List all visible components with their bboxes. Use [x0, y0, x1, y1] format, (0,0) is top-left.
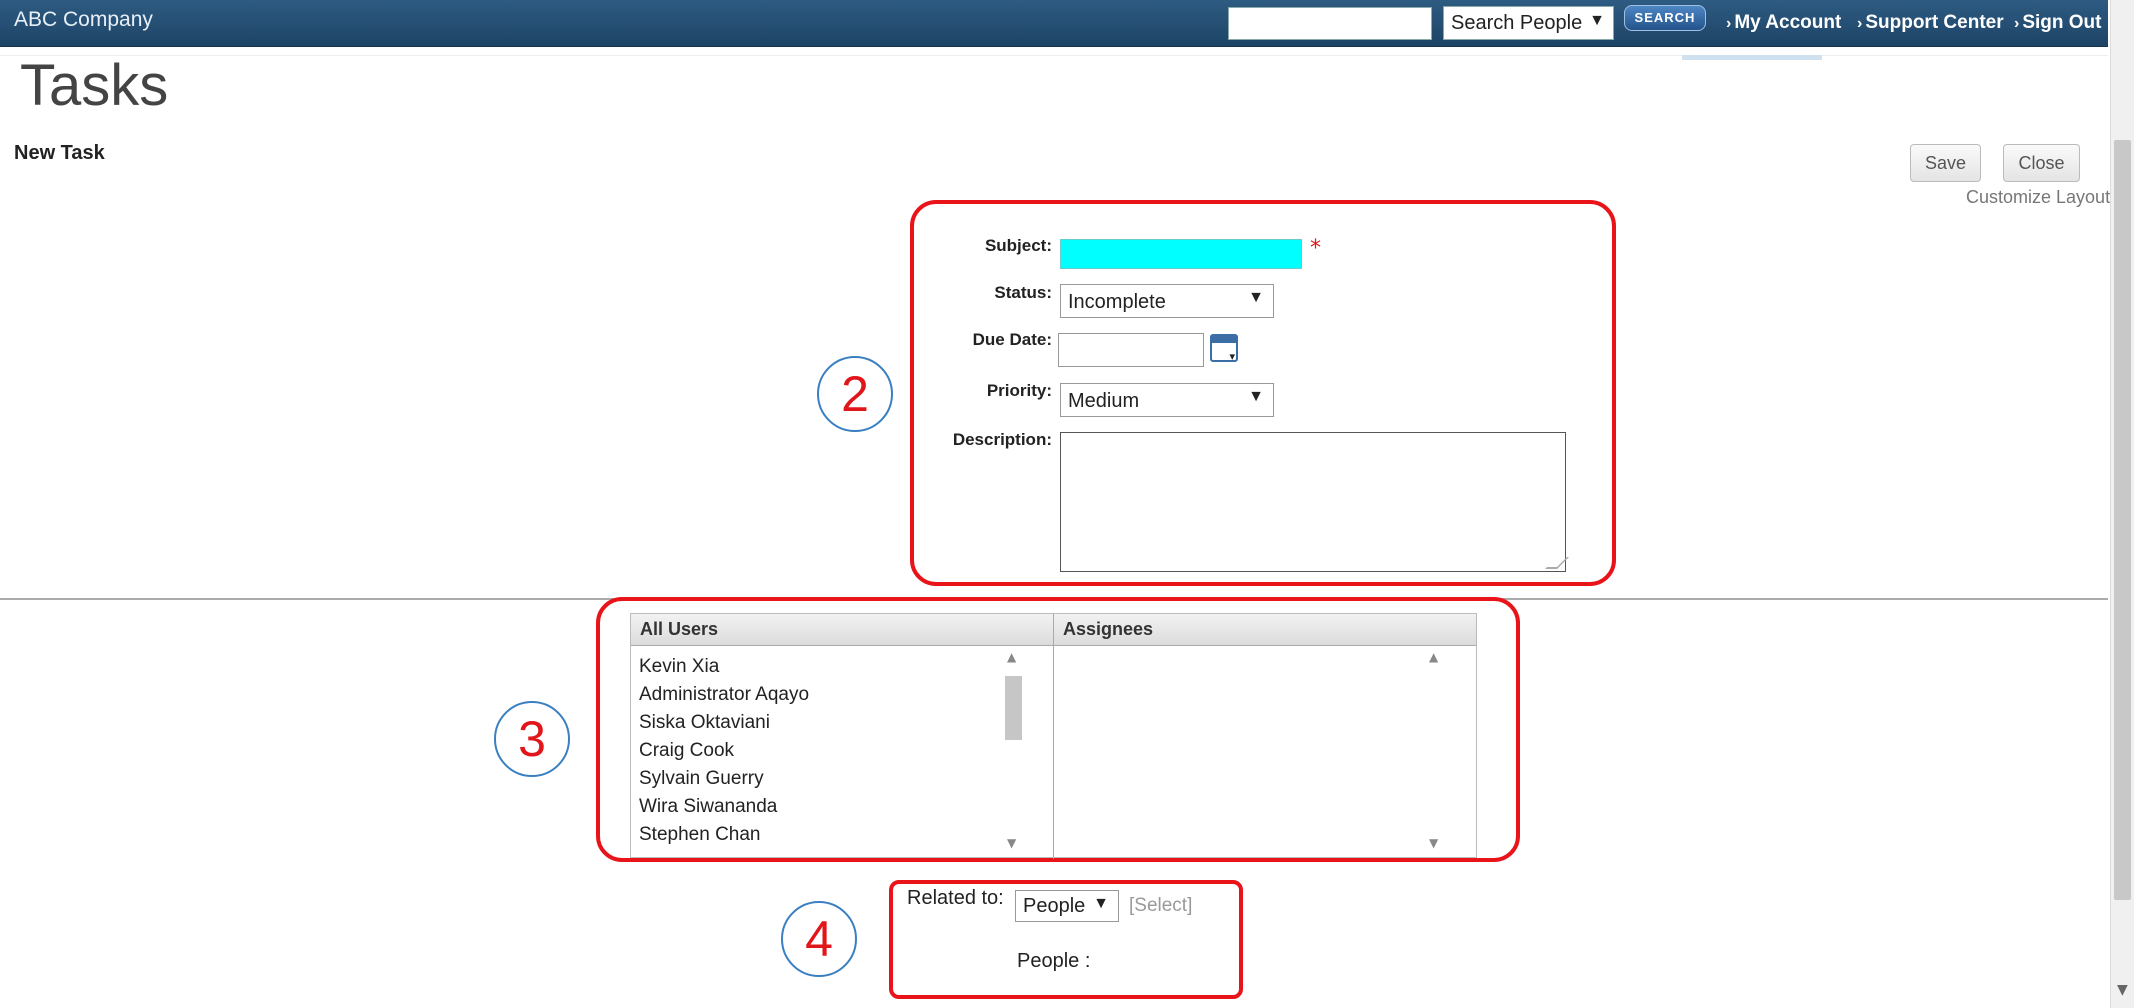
list-item[interactable]: Administrator Aqayo: [639, 684, 809, 706]
chevron-down-icon: ▼: [1248, 289, 1264, 306]
list-item[interactable]: Sylvain Guerry: [639, 768, 764, 790]
scroll-down-arrow-icon[interactable]: ▼: [2117, 982, 2128, 998]
status-label: Status:: [994, 283, 1052, 302]
callout-number-2: 2: [817, 356, 893, 432]
list-separator: [1053, 614, 1054, 859]
all-users-header: All Users: [631, 614, 1053, 646]
page-title: Tasks: [20, 53, 169, 118]
all-users-scrollbar[interactable]: ▲ ▼: [1002, 650, 1024, 855]
my-account-link[interactable]: › My Account: [1726, 12, 1841, 34]
search-scope-select[interactable]: Search People ▼: [1443, 6, 1614, 40]
assignees-scrollbar[interactable]: ▲ ▼: [1424, 650, 1446, 855]
support-center-link[interactable]: › Support Center: [1857, 12, 2004, 34]
active-tab-indicator: [1682, 55, 1822, 60]
search-scope-value: Search People: [1451, 12, 1583, 34]
chevron-down-icon: ▼: [1248, 388, 1264, 405]
all-users-scroll-thumb[interactable]: [1005, 676, 1022, 740]
sign-out-link[interactable]: › Sign Out: [2014, 12, 2101, 34]
scroll-down-arrow-icon[interactable]: ▼: [1007, 836, 1016, 850]
list-item[interactable]: Kevin Xia: [639, 656, 719, 678]
page-scrollbar[interactable]: ▼: [2110, 0, 2134, 1008]
list-item[interactable]: Stephen Chan: [639, 824, 761, 846]
list-item[interactable]: Wira Siwananda: [639, 796, 777, 818]
related-to-value: People: [1023, 895, 1086, 917]
list-item[interactable]: Craig Cook: [639, 740, 734, 762]
scroll-up-arrow-icon[interactable]: ▲: [1429, 650, 1438, 664]
chevron-right-icon: ›: [1726, 15, 1732, 32]
status-value: Incomplete: [1068, 291, 1166, 313]
user-assignment-lists: All Users Assignees Kevin Xia Administra…: [630, 613, 1477, 859]
status-select[interactable]: Incomplete ▼: [1060, 284, 1274, 318]
description-textarea[interactable]: [1060, 432, 1566, 572]
priority-value: Medium: [1068, 390, 1140, 412]
subject-field[interactable]: [1060, 239, 1302, 269]
sign-out-label: Sign Out: [2022, 12, 2102, 33]
subject-label: Subject:: [984, 236, 1052, 255]
section-title: New Task: [14, 142, 105, 164]
customize-layout-link[interactable]: Customize Layout: [1966, 187, 2110, 208]
assignees-header: Assignees: [1054, 614, 1476, 646]
due-date-label: Due Date:: [972, 330, 1052, 349]
people-label: People :: [1017, 950, 1091, 972]
priority-label: Priority:: [986, 381, 1052, 400]
chevron-down-icon: ▼: [1589, 12, 1605, 29]
scroll-down-arrow-icon[interactable]: ▼: [1429, 836, 1438, 850]
page-scroll-thumb[interactable]: [2114, 140, 2131, 900]
top-navigation-bar: ABC Company Search People ▼ SEARCH › My A…: [0, 0, 2108, 47]
required-indicator: *: [1310, 236, 1321, 261]
callout-number-3: 3: [494, 701, 570, 777]
related-to-label: Related to:: [907, 887, 1004, 909]
people-search-input[interactable]: [1228, 7, 1432, 40]
priority-select[interactable]: Medium ▼: [1060, 383, 1274, 417]
support-center-label: Support Center: [1865, 12, 2004, 33]
list-item[interactable]: Siska Oktaviani: [639, 712, 770, 734]
select-related-link[interactable]: [Select]: [1129, 895, 1192, 917]
related-to-select[interactable]: People ▼: [1015, 890, 1119, 922]
close-button[interactable]: Close: [2003, 144, 2080, 182]
my-account-label: My Account: [1734, 12, 1842, 33]
search-button[interactable]: SEARCH: [1624, 5, 1706, 31]
save-button[interactable]: Save: [1910, 144, 1981, 182]
chevron-down-icon: ▼: [1093, 895, 1109, 912]
company-brand: ABC Company: [14, 8, 153, 31]
page: ABC Company Search People ▼ SEARCH › My A…: [0, 0, 2134, 1008]
chevron-right-icon: ›: [2014, 15, 2020, 32]
description-label: Description:: [952, 430, 1052, 449]
scroll-up-arrow-icon[interactable]: ▲: [1007, 650, 1016, 664]
calendar-icon[interactable]: [1210, 334, 1238, 363]
assignees-list[interactable]: [1055, 648, 1423, 857]
callout-number-4: 4: [781, 901, 857, 977]
chevron-right-icon: ›: [1857, 15, 1863, 32]
due-date-field[interactable]: [1058, 333, 1204, 367]
